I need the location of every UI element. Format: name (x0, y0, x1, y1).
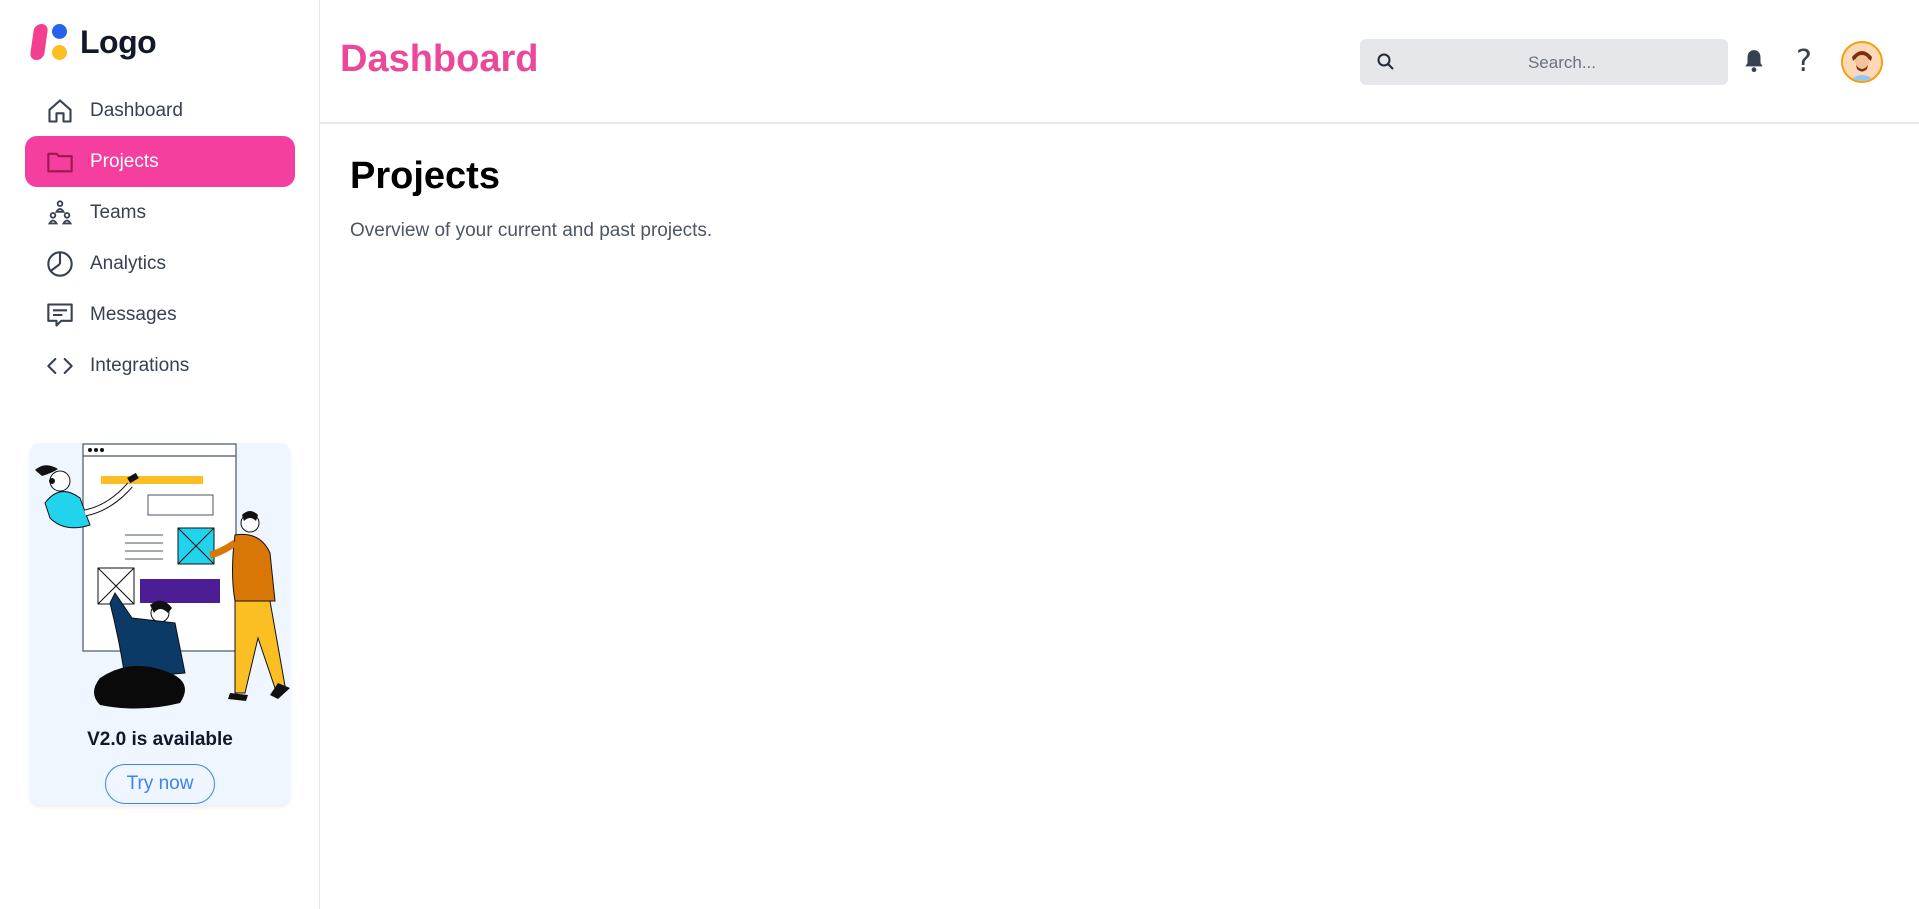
top-header: Dashboard ? (320, 0, 1919, 124)
search-input[interactable] (1400, 39, 1724, 87)
code-icon (45, 351, 75, 381)
promo-title: V2.0 is available (87, 729, 233, 750)
sidebar-item-label: Teams (90, 201, 146, 223)
sidebar: Logo Dashboard Projects Teams Analytics (0, 0, 320, 909)
pie-chart-icon (45, 249, 75, 279)
home-icon (45, 96, 75, 126)
search-box[interactable] (1360, 39, 1728, 87)
sidebar-item-analytics[interactable]: Analytics (25, 238, 295, 289)
sidebar-item-integrations[interactable]: Integrations (25, 340, 295, 391)
section-description: Overview of your current and past projec… (350, 220, 713, 241)
section-heading: Projects (350, 155, 500, 197)
promo-illustration (35, 443, 290, 709)
logo-text: Logo (80, 23, 157, 60)
bell-icon[interactable] (1738, 45, 1770, 77)
promo-card: V2.0 is available Try now (30, 443, 290, 805)
sidebar-item-dashboard[interactable]: Dashboard (25, 85, 295, 136)
sidebar-item-teams[interactable]: Teams (25, 187, 295, 238)
search-icon (1376, 52, 1396, 72)
logo-mark-icon (29, 22, 72, 62)
try-now-button[interactable]: Try now (105, 764, 215, 804)
sidebar-nav: Dashboard Projects Teams Analytics Messa… (25, 85, 295, 391)
sidebar-item-label: Analytics (90, 252, 167, 274)
logo[interactable]: Logo (29, 22, 157, 62)
main-content: Projects Overview of your current and pa… (350, 155, 712, 242)
sidebar-item-label: Projects (90, 150, 159, 172)
sidebar-item-projects[interactable]: Projects (25, 136, 295, 187)
sidebar-item-label: Integrations (90, 354, 190, 376)
avatar[interactable] (1841, 41, 1883, 83)
help-icon[interactable]: ? (1788, 44, 1820, 79)
sidebar-item-label: Dashboard (90, 99, 183, 121)
folder-icon (45, 147, 75, 177)
page-title: Dashboard (340, 38, 539, 80)
sidebar-item-messages[interactable]: Messages (25, 289, 295, 340)
sidebar-item-label: Messages (90, 303, 177, 325)
team-icon (45, 198, 75, 228)
message-icon (45, 300, 75, 330)
